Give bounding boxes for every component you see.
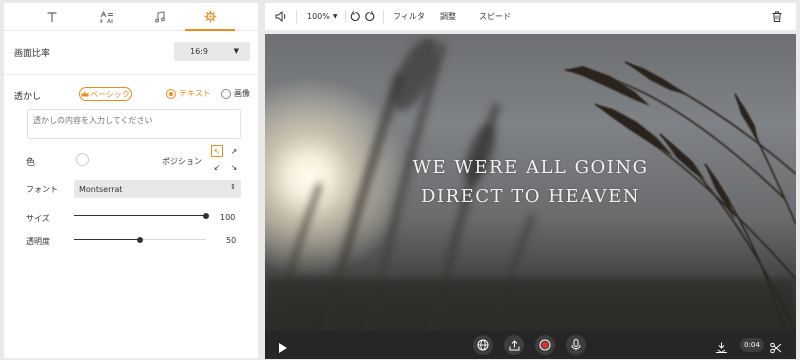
- volume-button[interactable]: [275, 3, 288, 30]
- aspect-ratio-label: 画面比率: [14, 49, 51, 59]
- color-picker[interactable]: [76, 153, 89, 166]
- play-icon: [279, 343, 287, 353]
- delete-button[interactable]: [772, 3, 782, 30]
- basic-badge-label: ベーシック: [90, 89, 130, 99]
- basic-badge[interactable]: ベーシック: [79, 87, 132, 101]
- watermark-text-radio[interactable]: テキスト: [166, 88, 211, 99]
- tab-music[interactable]: [135, 3, 185, 31]
- font-select[interactable]: Montserrat ⇕: [74, 180, 241, 198]
- opacity-slider[interactable]: [74, 234, 206, 246]
- font-label: フォント: [26, 185, 58, 194]
- crown-icon: [81, 91, 89, 97]
- size-slider[interactable]: [74, 210, 209, 222]
- speed-button[interactable]: スピード: [479, 3, 511, 30]
- aspect-ratio-select[interactable]: 16:9 ▼: [174, 42, 250, 61]
- tab-text[interactable]: [27, 3, 77, 31]
- video-preview[interactable]: WE WERE ALL GOING DIRECT TO HEAVEN: [265, 34, 796, 331]
- color-label: 色: [26, 158, 36, 168]
- tab-font-style[interactable]: [82, 3, 132, 31]
- settings-panel: 画面比率 16:9 ▼ 透かし ベーシック テキスト 画像 色 ポジション ↖ …: [4, 3, 258, 358]
- zoom-value: 100%: [307, 12, 330, 21]
- playback-time: 0:04: [740, 338, 764, 352]
- position-bottom-right-button[interactable]: ↘: [228, 161, 240, 173]
- upload-icon: [509, 339, 519, 350]
- font-value: Montserrat: [79, 184, 123, 194]
- divider: [4, 74, 258, 75]
- record-button[interactable]: [535, 335, 555, 355]
- filter-button[interactable]: フィルタ: [393, 3, 425, 30]
- updown-caret-icon: ⇕: [230, 183, 236, 191]
- trash-icon: [772, 11, 782, 22]
- position-top-right-button[interactable]: ↗: [228, 145, 240, 157]
- slider-fill: [74, 239, 140, 240]
- slider-knob[interactable]: [203, 213, 209, 219]
- playback-bar: 0:04: [265, 331, 796, 359]
- caret-down-icon: ▼: [233, 47, 239, 55]
- watermark-line-1: WE WERE ALL GOING: [412, 157, 649, 178]
- microphone-icon: [571, 339, 581, 351]
- divider: [296, 10, 297, 23]
- watermark-text-option: テキスト: [179, 89, 211, 98]
- divider: [383, 10, 384, 23]
- globe-button[interactable]: [473, 335, 493, 355]
- watermark-image-radio[interactable]: 画像: [221, 88, 250, 99]
- rotate-left-button[interactable]: [350, 3, 361, 30]
- font-style-icon: [100, 10, 113, 23]
- watermark-line-2: DIRECT TO HEAVEN: [420, 186, 641, 207]
- rotate-left-icon: [350, 11, 360, 22]
- position-bottom-left-button[interactable]: ↙: [211, 161, 223, 173]
- position-selector: ↖ ↗ ↙ ↘: [211, 145, 241, 173]
- watermark-overlay-text[interactable]: WE WERE ALL GOING DIRECT TO HEAVEN: [265, 153, 796, 211]
- text-icon: [47, 12, 57, 22]
- radio-dot: [166, 88, 176, 99]
- gear-icon: [204, 10, 216, 22]
- watermark-label: 透かし: [14, 92, 42, 102]
- size-label: サイズ: [26, 214, 50, 223]
- globe-icon: [477, 339, 489, 351]
- divider: [345, 10, 346, 23]
- rotate-right-icon: [365, 11, 375, 22]
- speaker-icon: [275, 11, 286, 22]
- opacity-value: 50: [226, 236, 237, 245]
- split-button[interactable]: [715, 339, 728, 358]
- play-button[interactable]: [278, 339, 288, 358]
- tab-settings[interactable]: [185, 3, 235, 31]
- cut-button[interactable]: [770, 339, 782, 358]
- rotate-right-button[interactable]: [364, 3, 375, 30]
- record-icon: [539, 339, 551, 351]
- editor-toolbar: 100% ▼ フィルタ 調整 スピード: [265, 3, 796, 30]
- position-label: ポジション: [162, 157, 202, 166]
- voiceover-button[interactable]: [566, 335, 586, 355]
- panel-tabs: [4, 3, 258, 31]
- export-button[interactable]: [504, 335, 524, 355]
- radio-dot: [221, 88, 231, 99]
- split-icon: [716, 342, 727, 354]
- caret-down-icon: ▼: [332, 13, 338, 20]
- aspect-ratio-value: 16:9: [190, 47, 208, 56]
- music-icon: [155, 11, 165, 23]
- size-value: 100: [220, 213, 236, 222]
- slider-fill: [74, 215, 206, 216]
- opacity-label: 透明度: [26, 237, 50, 246]
- adjust-button[interactable]: 調整: [440, 3, 456, 30]
- watermark-text-input[interactable]: [27, 109, 241, 139]
- watermark-image-option: 画像: [234, 89, 250, 98]
- slider-knob[interactable]: [137, 237, 143, 243]
- position-top-left-button[interactable]: ↖: [211, 145, 223, 157]
- scissors-icon: [770, 342, 782, 354]
- zoom-select[interactable]: 100% ▼: [307, 3, 338, 30]
